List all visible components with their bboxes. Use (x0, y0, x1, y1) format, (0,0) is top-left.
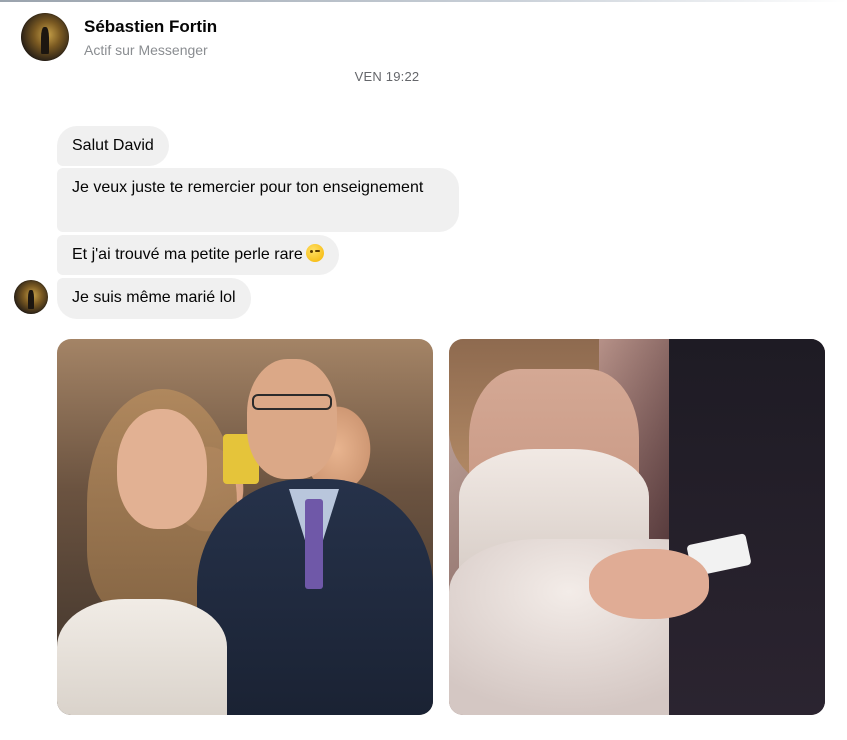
winking-face-icon (305, 244, 324, 262)
contact-avatar[interactable] (21, 13, 69, 61)
message-text: Je suis même marié lol (72, 289, 236, 306)
photo-attachment-couple[interactable] (57, 339, 433, 715)
window-top-border (0, 0, 847, 2)
message-text: Salut David (72, 137, 154, 154)
sender-avatar[interactable] (14, 280, 48, 314)
message-text: Et j'ai trouvé ma petite perle rare (72, 246, 303, 263)
message-timestamp: VEN 19:22 (354, 69, 420, 84)
photo-attachment-hands[interactable] (449, 339, 825, 715)
contact-status: Actif sur Messenger (84, 42, 208, 58)
message-bubble[interactable]: Et j'ai trouvé ma petite perle rare (57, 235, 339, 275)
message-bubble[interactable]: Je suis même marié lol (57, 278, 251, 319)
message-bubble[interactable]: Je veux juste te remercier pour ton ense… (57, 168, 459, 232)
message-text: Je veux juste te remercier pour ton ense… (72, 179, 424, 196)
message-bubble[interactable]: Salut David (57, 126, 169, 166)
contact-name[interactable]: Sébastien Fortin (84, 17, 217, 37)
